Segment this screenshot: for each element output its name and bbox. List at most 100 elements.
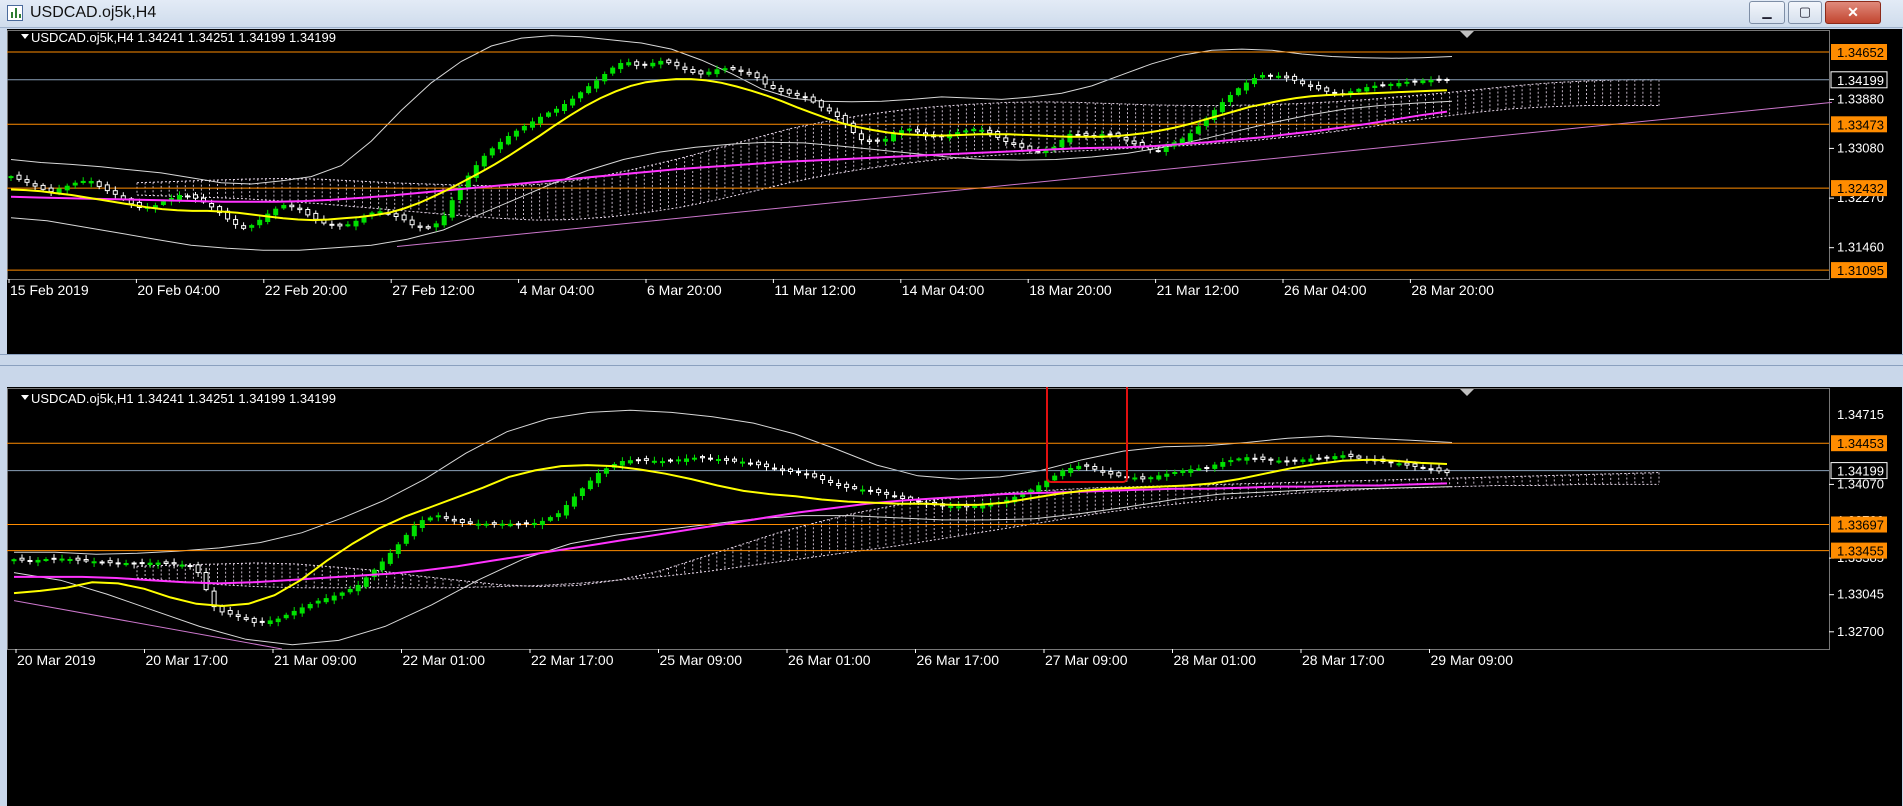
bear-candle-body xyxy=(1268,458,1274,461)
bull-candle-body xyxy=(971,128,977,132)
bear-candle-body xyxy=(643,458,649,461)
bull-candle-body xyxy=(315,600,321,604)
bear-candle-body xyxy=(732,458,737,462)
bear-candle-body xyxy=(1083,132,1089,136)
bull-candle-body xyxy=(345,224,351,227)
price-tick-label: 1.34715 xyxy=(1837,407,1884,422)
bear-candle-body xyxy=(96,181,102,187)
time-tick-label: 26 Mar 04:00 xyxy=(1284,282,1367,298)
bear-candle-body xyxy=(491,522,497,525)
bear-candle-body xyxy=(187,565,193,567)
bull-candle-body xyxy=(956,506,962,509)
time-tick-label: 22 Mar 17:00 xyxy=(531,652,614,668)
bear-candle-body xyxy=(724,458,729,461)
bear-candle-body xyxy=(195,564,201,574)
bull-candle-body xyxy=(563,505,569,516)
bull-candle-body xyxy=(347,589,353,593)
bull-candle-body xyxy=(403,534,409,544)
current-price-label: 1.34199 xyxy=(1837,464,1884,479)
bear-candle-body xyxy=(305,209,311,216)
time-tick-label: 29 Mar 09:00 xyxy=(1431,652,1514,668)
bull-candle-body xyxy=(275,618,281,623)
time-tick-label: 27 Mar 09:00 xyxy=(1045,652,1128,668)
bear-candle-body xyxy=(690,69,696,73)
h1-chart-panel[interactable]: USDCAD.oj5k,H1 1.34241 1.34251 1.34199 1… xyxy=(7,387,1902,806)
time-tick-label: 20 Feb 04:00 xyxy=(137,282,220,298)
bear-candle-body xyxy=(900,495,906,499)
chart-background xyxy=(7,29,1902,355)
maximize-button[interactable]: ▢ xyxy=(1788,1,1822,24)
bull-candle-body xyxy=(353,220,359,227)
bull-candle-body xyxy=(980,505,986,509)
close-button[interactable]: ✕ xyxy=(1825,1,1881,24)
bull-candle-body xyxy=(379,561,385,571)
bull-candle-body xyxy=(626,62,632,66)
level-price-label: 1.34652 xyxy=(1837,45,1884,60)
bull-candle-body xyxy=(650,62,656,67)
bull-candle-body xyxy=(1196,468,1202,471)
bull-candle-body xyxy=(267,620,273,624)
bull-candle-body xyxy=(1179,138,1185,144)
bull-candle-body xyxy=(177,195,182,201)
bear-candle-body xyxy=(1140,476,1146,480)
bull-candle-body xyxy=(1228,460,1234,463)
bear-candle-body xyxy=(112,190,118,195)
window-title-bar[interactable]: USDCAD.oj5k,H4 ▁ ▢ ✕ xyxy=(0,0,1903,28)
bear-candle-body xyxy=(48,187,54,193)
price-tick-label: 1.33080 xyxy=(1837,140,1884,155)
bull-candle-body xyxy=(1348,91,1354,94)
bear-candle-body xyxy=(1252,457,1258,460)
bear-candle-body xyxy=(852,486,858,490)
bull-candle-body xyxy=(948,505,954,508)
bear-candle-body xyxy=(107,560,113,564)
bull-candle-body xyxy=(1388,83,1394,87)
bull-candle-body xyxy=(521,125,527,131)
bear-candle-body xyxy=(425,226,431,229)
bull-candle-body xyxy=(1060,470,1066,477)
bear-candle-body xyxy=(1084,464,1090,467)
bull-candle-body xyxy=(395,544,401,555)
bull-candle-body xyxy=(1020,493,1026,498)
h4-chart[interactable]: USDCAD.oj5k,H4 1.34241 1.34251 1.34199 1… xyxy=(7,29,1902,355)
time-tick-label: 26 Mar 01:00 xyxy=(788,652,871,668)
bull-candle-body xyxy=(610,67,616,74)
bear-candle-body xyxy=(850,122,856,133)
bear-candle-body xyxy=(209,203,215,208)
bear-candle-body xyxy=(1412,463,1418,467)
price-tick-label: 1.31460 xyxy=(1837,240,1884,255)
time-tick-label: 11 Mar 12:00 xyxy=(774,282,856,298)
price-tick-label: 1.33880 xyxy=(1837,91,1884,106)
bull-candle-body xyxy=(571,496,577,507)
h1-chart[interactable]: USDCAD.oj5k,H1 1.34241 1.34251 1.34199 1… xyxy=(7,387,1902,806)
current-price-label: 1.34199 xyxy=(1837,73,1884,88)
bull-candle-body xyxy=(1428,80,1434,83)
bear-candle-body xyxy=(876,489,882,493)
time-tick-label: 22 Mar 01:00 xyxy=(403,652,486,668)
panel-splitter[interactable] xyxy=(0,354,1903,366)
bull-candle-body xyxy=(281,205,287,209)
bull-candle-body xyxy=(355,585,361,592)
bear-candle-body xyxy=(515,523,521,526)
bull-candle-body xyxy=(979,129,985,132)
bear-candle-body xyxy=(467,521,473,524)
bull-candle-body xyxy=(273,208,279,216)
bull-candle-body xyxy=(307,604,313,609)
bull-candle-body xyxy=(603,468,609,474)
bull-candle-body xyxy=(1068,468,1074,473)
bull-candle-body xyxy=(481,155,487,167)
time-tick-label: 28 Mar 17:00 xyxy=(1302,652,1385,668)
bear-candle-body xyxy=(1100,470,1106,473)
bull-candle-body xyxy=(1172,472,1178,474)
bear-candle-body xyxy=(1356,455,1362,459)
bull-candle-body xyxy=(530,121,535,128)
h4-chart-panel[interactable]: USDCAD.oj5k,H4 1.34241 1.34251 1.34199 1… xyxy=(7,29,1902,355)
bear-candle-body xyxy=(1027,145,1033,151)
bull-candle-body xyxy=(684,458,689,462)
bull-candle-body xyxy=(579,488,585,497)
minimize-button[interactable]: ▁ xyxy=(1749,1,1785,24)
time-tick-label: 20 Mar 2019 xyxy=(17,652,96,668)
bull-candle-body xyxy=(627,460,633,464)
bear-candle-body xyxy=(40,184,46,190)
bear-candle-body xyxy=(1316,85,1322,90)
bull-candle-body xyxy=(1219,102,1225,113)
